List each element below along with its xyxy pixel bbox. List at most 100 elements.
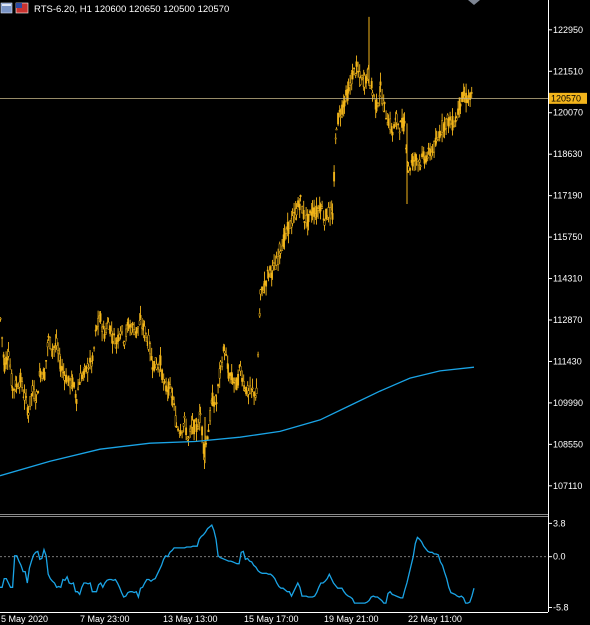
candle-body bbox=[223, 350, 226, 354]
candle-body bbox=[91, 355, 94, 361]
candle-body bbox=[435, 139, 438, 141]
candle-body bbox=[61, 366, 64, 371]
candle-body bbox=[31, 385, 34, 392]
candle-body bbox=[117, 334, 120, 342]
candle-body bbox=[217, 384, 220, 387]
candle-body bbox=[2, 354, 5, 358]
candle-body bbox=[87, 367, 90, 369]
candle-body bbox=[163, 381, 166, 383]
candle-body bbox=[193, 419, 196, 435]
candle-body bbox=[351, 70, 354, 80]
candle-body bbox=[395, 113, 398, 123]
candle-body bbox=[227, 372, 230, 379]
candle-body bbox=[427, 147, 430, 150]
candle-body bbox=[225, 354, 228, 356]
candle-body bbox=[243, 388, 246, 391]
candle-body bbox=[103, 333, 106, 339]
candle-body bbox=[445, 118, 448, 129]
candle-body bbox=[293, 211, 296, 214]
candle-body bbox=[71, 377, 74, 388]
candle-body bbox=[6, 358, 9, 361]
candle-body bbox=[277, 256, 280, 265]
candle-body bbox=[266, 269, 269, 272]
candle-body bbox=[93, 347, 96, 349]
price-tick-label: 120070 bbox=[553, 108, 583, 118]
price-tick-label: 118630 bbox=[553, 149, 582, 159]
candle-body bbox=[79, 373, 82, 383]
candle-body bbox=[401, 117, 404, 128]
candle-body bbox=[335, 128, 338, 131]
price-tick-label: 117190 bbox=[553, 191, 582, 201]
candle-body bbox=[426, 156, 429, 159]
candle-body bbox=[183, 415, 186, 419]
candle-body bbox=[259, 289, 262, 295]
candle-body bbox=[323, 220, 326, 226]
candle-body bbox=[461, 92, 464, 102]
candle-body bbox=[422, 151, 425, 157]
candle-body bbox=[25, 396, 28, 398]
candle-body bbox=[115, 340, 118, 345]
candle-body bbox=[309, 210, 312, 214]
osc-tick-label: 3.8 bbox=[553, 518, 566, 528]
price-tick-label: 115750 bbox=[553, 232, 582, 242]
time-label: 7 May 23:00 bbox=[80, 614, 130, 624]
candle-body bbox=[135, 327, 138, 334]
candle-body bbox=[19, 372, 22, 383]
candle-body bbox=[189, 428, 192, 432]
candle-body bbox=[451, 116, 454, 131]
candle-body bbox=[167, 381, 170, 396]
candle-body bbox=[313, 207, 316, 217]
candle-body bbox=[159, 355, 162, 366]
candle-body bbox=[53, 346, 56, 349]
candle-body bbox=[51, 348, 54, 351]
candle-body bbox=[49, 337, 52, 350]
candle-body bbox=[399, 120, 402, 123]
candle-body bbox=[111, 340, 114, 344]
candle-body bbox=[251, 387, 254, 390]
candle-body bbox=[387, 119, 390, 126]
candle-body bbox=[465, 92, 468, 103]
candle-body bbox=[417, 161, 420, 166]
price-tick-label: 122950 bbox=[553, 25, 583, 35]
candle-body bbox=[343, 100, 346, 107]
chart-canvas[interactable]: RTS-6.20, H1 120600 120650 120500 120570… bbox=[0, 0, 590, 625]
candle-body bbox=[273, 262, 276, 264]
time-label: 19 May 21:00 bbox=[324, 614, 379, 624]
candle-body bbox=[285, 228, 288, 234]
candle-body bbox=[449, 116, 452, 121]
candle-body bbox=[269, 266, 272, 271]
candle-body bbox=[67, 375, 70, 383]
time-label: 15 May 17:00 bbox=[244, 614, 299, 624]
candle-body bbox=[341, 104, 344, 115]
price-tick-label: 108550 bbox=[553, 439, 583, 449]
candle-body bbox=[141, 326, 144, 329]
candle-body bbox=[409, 168, 412, 171]
candle-body bbox=[258, 313, 261, 317]
candle-body bbox=[305, 214, 308, 224]
candle-body bbox=[119, 331, 122, 335]
candle-body bbox=[191, 420, 194, 428]
candle-body bbox=[441, 120, 444, 133]
candle-body bbox=[187, 437, 190, 440]
candle-body bbox=[287, 221, 290, 235]
candle-body bbox=[129, 324, 132, 328]
candle-body bbox=[253, 391, 256, 397]
candle-body bbox=[127, 325, 130, 329]
candle-body bbox=[325, 209, 328, 220]
candle-body bbox=[46, 342, 49, 348]
candle-body bbox=[81, 374, 84, 379]
candle-body bbox=[463, 96, 466, 98]
candle-body bbox=[185, 427, 188, 436]
candle-body bbox=[307, 214, 310, 223]
candle-body bbox=[1, 337, 4, 339]
candle-body bbox=[470, 92, 473, 94]
candle-body bbox=[279, 250, 282, 254]
candle-body bbox=[425, 155, 428, 163]
candle-body bbox=[137, 326, 140, 329]
candle-body bbox=[301, 206, 304, 214]
candle-body bbox=[205, 443, 208, 445]
candle-body bbox=[423, 158, 426, 164]
candle-body bbox=[157, 364, 160, 368]
candle-body bbox=[105, 328, 108, 333]
candle-body bbox=[181, 430, 184, 433]
